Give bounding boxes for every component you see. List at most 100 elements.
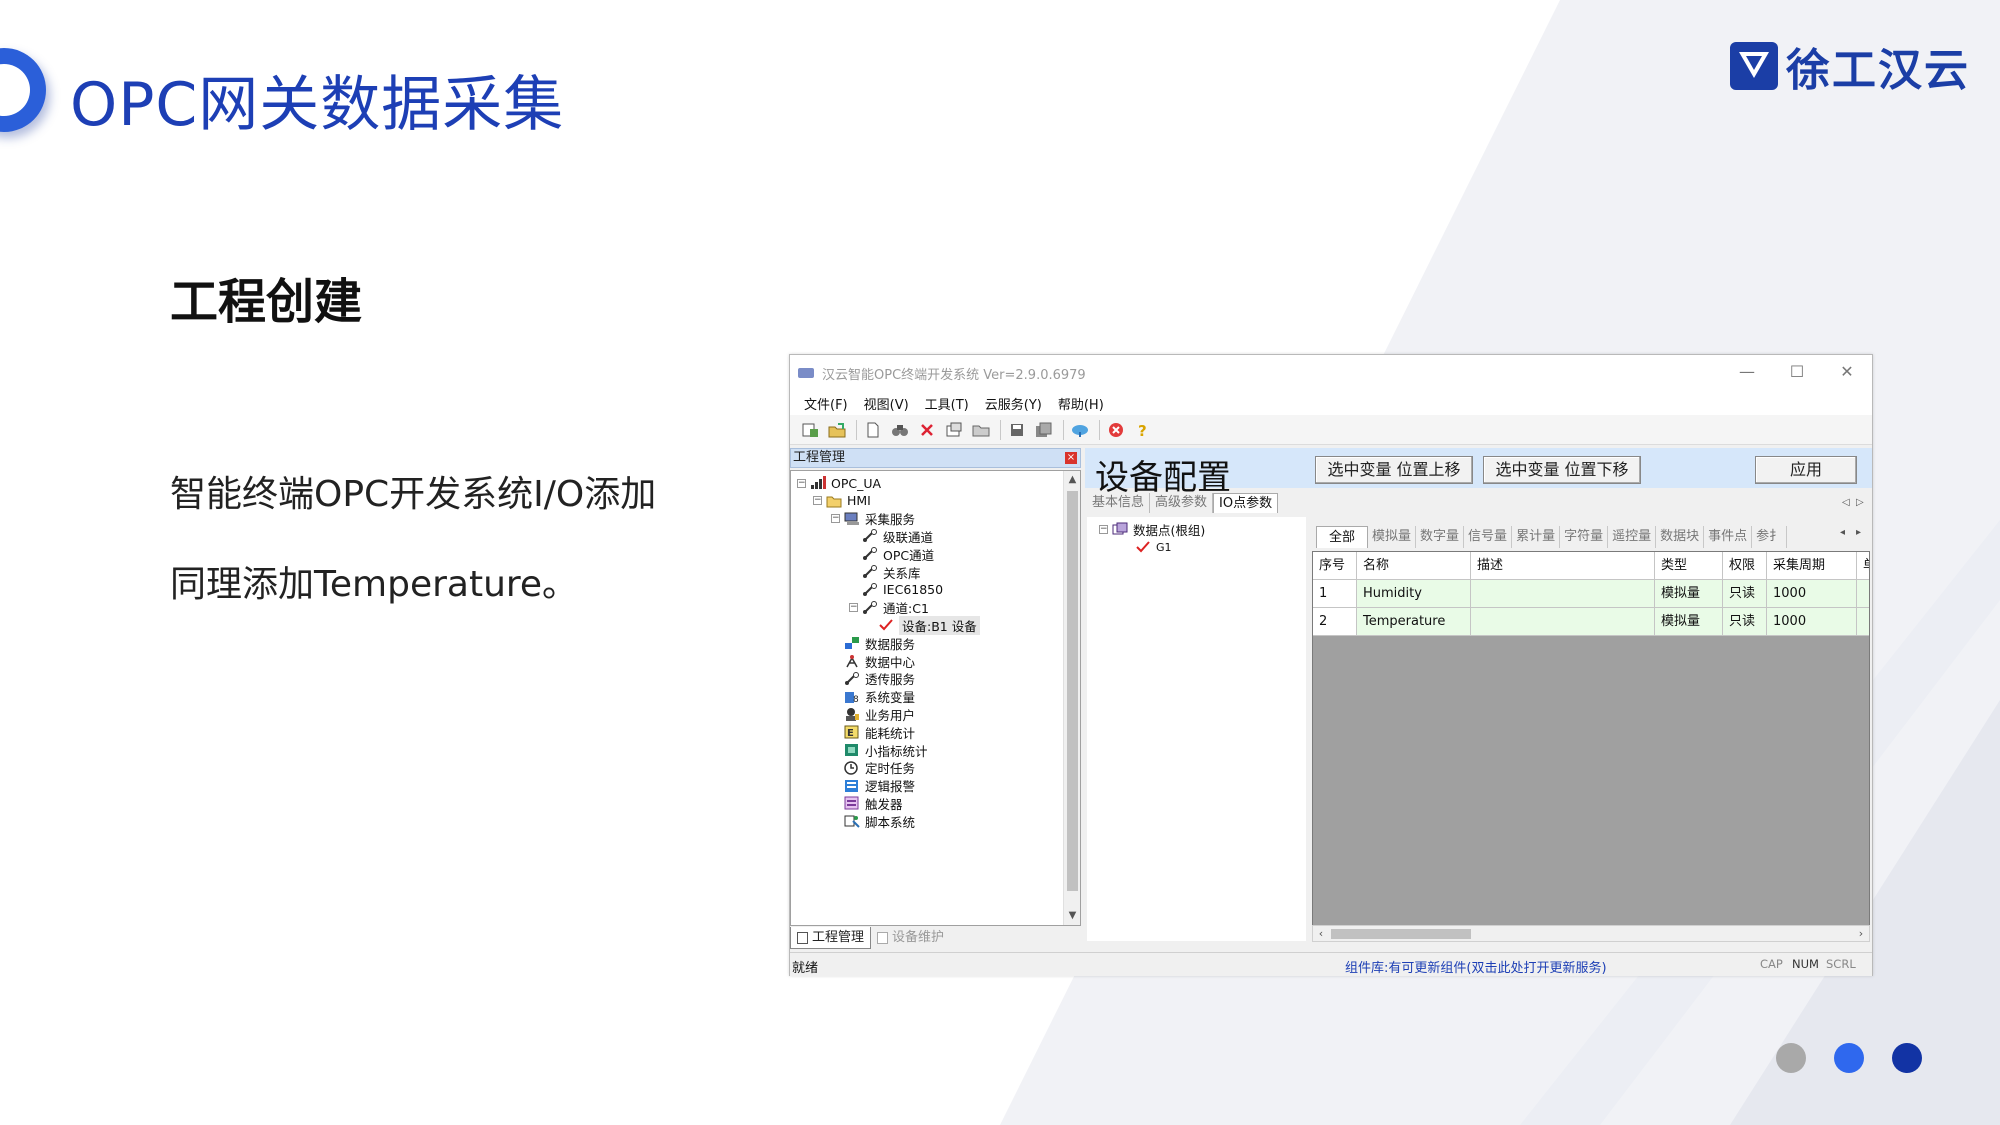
- category-tab[interactable]: 信号量: [1464, 526, 1513, 548]
- table-cell-index[interactable]: 1: [1313, 580, 1357, 608]
- tab-device-maintenance[interactable]: 设备维护: [871, 927, 950, 949]
- menu-file[interactable]: 文件(F): [804, 394, 848, 413]
- stop-icon[interactable]: [1106, 420, 1126, 440]
- column-header[interactable]: 描述: [1471, 552, 1655, 580]
- close-button[interactable]: ✕: [1822, 355, 1872, 391]
- delete-icon[interactable]: [917, 420, 937, 440]
- document-icon: [797, 931, 808, 944]
- table-cell-perm[interactable]: 只读: [1723, 608, 1767, 636]
- table-cell-period[interactable]: 1000: [1767, 608, 1857, 636]
- component-update-link[interactable]: 组件库:有可更新组件(双击此处打开更新服务): [1345, 957, 1607, 976]
- hscroll-thumb[interactable]: [1331, 929, 1471, 939]
- scroll-down-icon[interactable]: ▼: [1064, 907, 1080, 925]
- table-cell-unit[interactable]: [1857, 580, 1869, 608]
- table-row[interactable]: 2 Temperature 模拟量 只读 1000: [1313, 608, 1869, 636]
- tree-item-label: 业务用户: [865, 707, 916, 723]
- menu-cloud[interactable]: 云服务(Y): [985, 394, 1042, 413]
- category-tab[interactable]: 遥控量: [1608, 526, 1657, 548]
- scroll-up-icon[interactable]: ▲: [1064, 471, 1080, 489]
- collapse-icon[interactable]: −: [797, 478, 806, 488]
- collapse-icon[interactable]: −: [813, 496, 822, 506]
- column-header[interactable]: 类型: [1655, 552, 1723, 580]
- tree-item[interactable]: 脚本系统: [831, 811, 915, 831]
- open-project-icon[interactable]: [827, 420, 847, 440]
- table-cell-name[interactable]: Temperature: [1357, 608, 1471, 636]
- scroll-thumb[interactable]: [1067, 491, 1078, 891]
- tree-item-label: HMI: [847, 493, 871, 509]
- collapse-icon[interactable]: −: [849, 603, 858, 613]
- table-cell-desc[interactable]: [1471, 580, 1655, 608]
- antenna-icon: [844, 654, 860, 669]
- category-scroll-left-icon[interactable]: ◂: [1840, 527, 1845, 538]
- save-all-icon[interactable]: [1034, 420, 1054, 440]
- tab-io-params[interactable]: IO点参数: [1213, 493, 1279, 513]
- properties-icon[interactable]: [944, 420, 964, 440]
- point-group-root-label: 数据点(根组): [1133, 522, 1206, 538]
- category-tab[interactable]: 参扌: [1752, 526, 1788, 548]
- tab-scroll-left-icon[interactable]: ◁: [1842, 497, 1850, 508]
- collapse-icon[interactable]: −: [831, 514, 840, 524]
- dot-navy[interactable]: [1892, 1043, 1922, 1073]
- category-tab[interactable]: 全部: [1316, 526, 1369, 548]
- menu-tools[interactable]: 工具(T): [925, 394, 969, 413]
- hscroll-left-icon[interactable]: ‹: [1313, 926, 1329, 941]
- tab-advanced-params[interactable]: 高级参数: [1150, 493, 1214, 513]
- hscroll-right-icon[interactable]: ›: [1853, 926, 1869, 941]
- open-folder-icon[interactable]: [971, 420, 991, 440]
- table-row[interactable]: 1 Humidity 模拟量 只读 1000: [1313, 580, 1869, 608]
- category-tab[interactable]: 事件点: [1704, 526, 1753, 548]
- column-header[interactable]: 单: [1857, 552, 1869, 580]
- table-cell-name[interactable]: Humidity: [1357, 580, 1471, 608]
- table-hscrollbar[interactable]: ‹ ›: [1312, 925, 1870, 942]
- tree-scrollbar[interactable]: ▲ ▼: [1063, 471, 1080, 925]
- table-cell-desc[interactable]: [1471, 608, 1655, 636]
- find-icon[interactable]: [890, 420, 910, 440]
- status-bar: 就绪 组件库:有可更新组件(双击此处打开更新服务) CAP NUM SCRL: [790, 952, 1872, 976]
- column-header[interactable]: 权限: [1723, 552, 1767, 580]
- tab-basic-info[interactable]: 基本信息: [1087, 493, 1151, 513]
- window-titlebar: 汉云智能OPC终端开发系统 Ver=2.9.0.6979 — ☐ ✕: [790, 355, 1872, 391]
- help-icon[interactable]: ?: [1133, 420, 1153, 440]
- table-cell-type[interactable]: 模拟量: [1655, 580, 1723, 608]
- table-cell-period[interactable]: 1000: [1767, 580, 1857, 608]
- column-header[interactable]: 名称: [1357, 552, 1471, 580]
- channel-icon: [862, 565, 878, 580]
- category-tab[interactable]: 数据块: [1656, 526, 1705, 548]
- move-down-button[interactable]: 选中变量 位置下移: [1483, 456, 1641, 484]
- menu-help[interactable]: 帮助(H): [1058, 394, 1104, 413]
- table-cell-type[interactable]: 模拟量: [1655, 608, 1723, 636]
- collapse-icon[interactable]: −: [1099, 524, 1108, 534]
- project-pane-header: 工程管理 ×: [790, 448, 1081, 468]
- category-tab[interactable]: 模拟量: [1368, 526, 1417, 548]
- table-cell-unit[interactable]: [1857, 608, 1869, 636]
- category-tab[interactable]: 数字量: [1416, 526, 1465, 548]
- save-icon[interactable]: [1007, 420, 1027, 440]
- move-up-button[interactable]: 选中变量 位置上移: [1315, 456, 1473, 484]
- tab-project-management[interactable]: 工程管理: [790, 927, 872, 949]
- table-cell-perm[interactable]: 只读: [1723, 580, 1767, 608]
- tree-item-label: 透传服务: [865, 672, 916, 688]
- apply-button[interactable]: 应用: [1755, 456, 1857, 484]
- new-file-icon[interactable]: [863, 420, 883, 440]
- dot-gray[interactable]: [1776, 1043, 1806, 1073]
- maximize-button[interactable]: ☐: [1772, 355, 1822, 391]
- point-group-root[interactable]: − 数据点(根组): [1099, 519, 1205, 539]
- collect-service-icon: [844, 511, 860, 526]
- tab-scroll-right-icon[interactable]: ▷: [1856, 497, 1864, 508]
- column-header[interactable]: 采集周期: [1767, 552, 1857, 580]
- tree-item-label: 小指标统计: [865, 743, 928, 759]
- dot-blue[interactable]: [1834, 1043, 1864, 1073]
- category-scroll-right-icon[interactable]: ▸: [1856, 527, 1861, 538]
- cloud-icon[interactable]: [1070, 420, 1090, 440]
- minimize-button[interactable]: —: [1722, 355, 1772, 391]
- point-group-g1[interactable]: G1: [1135, 537, 1172, 557]
- category-tab[interactable]: 累计量: [1512, 526, 1561, 548]
- new-project-icon[interactable]: [800, 420, 820, 440]
- point-group-icon: [1112, 522, 1128, 537]
- menu-view[interactable]: 视图(V): [864, 394, 909, 413]
- close-pane-icon[interactable]: ×: [1065, 452, 1077, 464]
- category-tab[interactable]: 字符量: [1560, 526, 1609, 548]
- table-cell-index[interactable]: 2: [1313, 608, 1357, 636]
- tree-item-label: 能耗统计: [865, 725, 916, 741]
- column-header[interactable]: 序号: [1313, 552, 1357, 580]
